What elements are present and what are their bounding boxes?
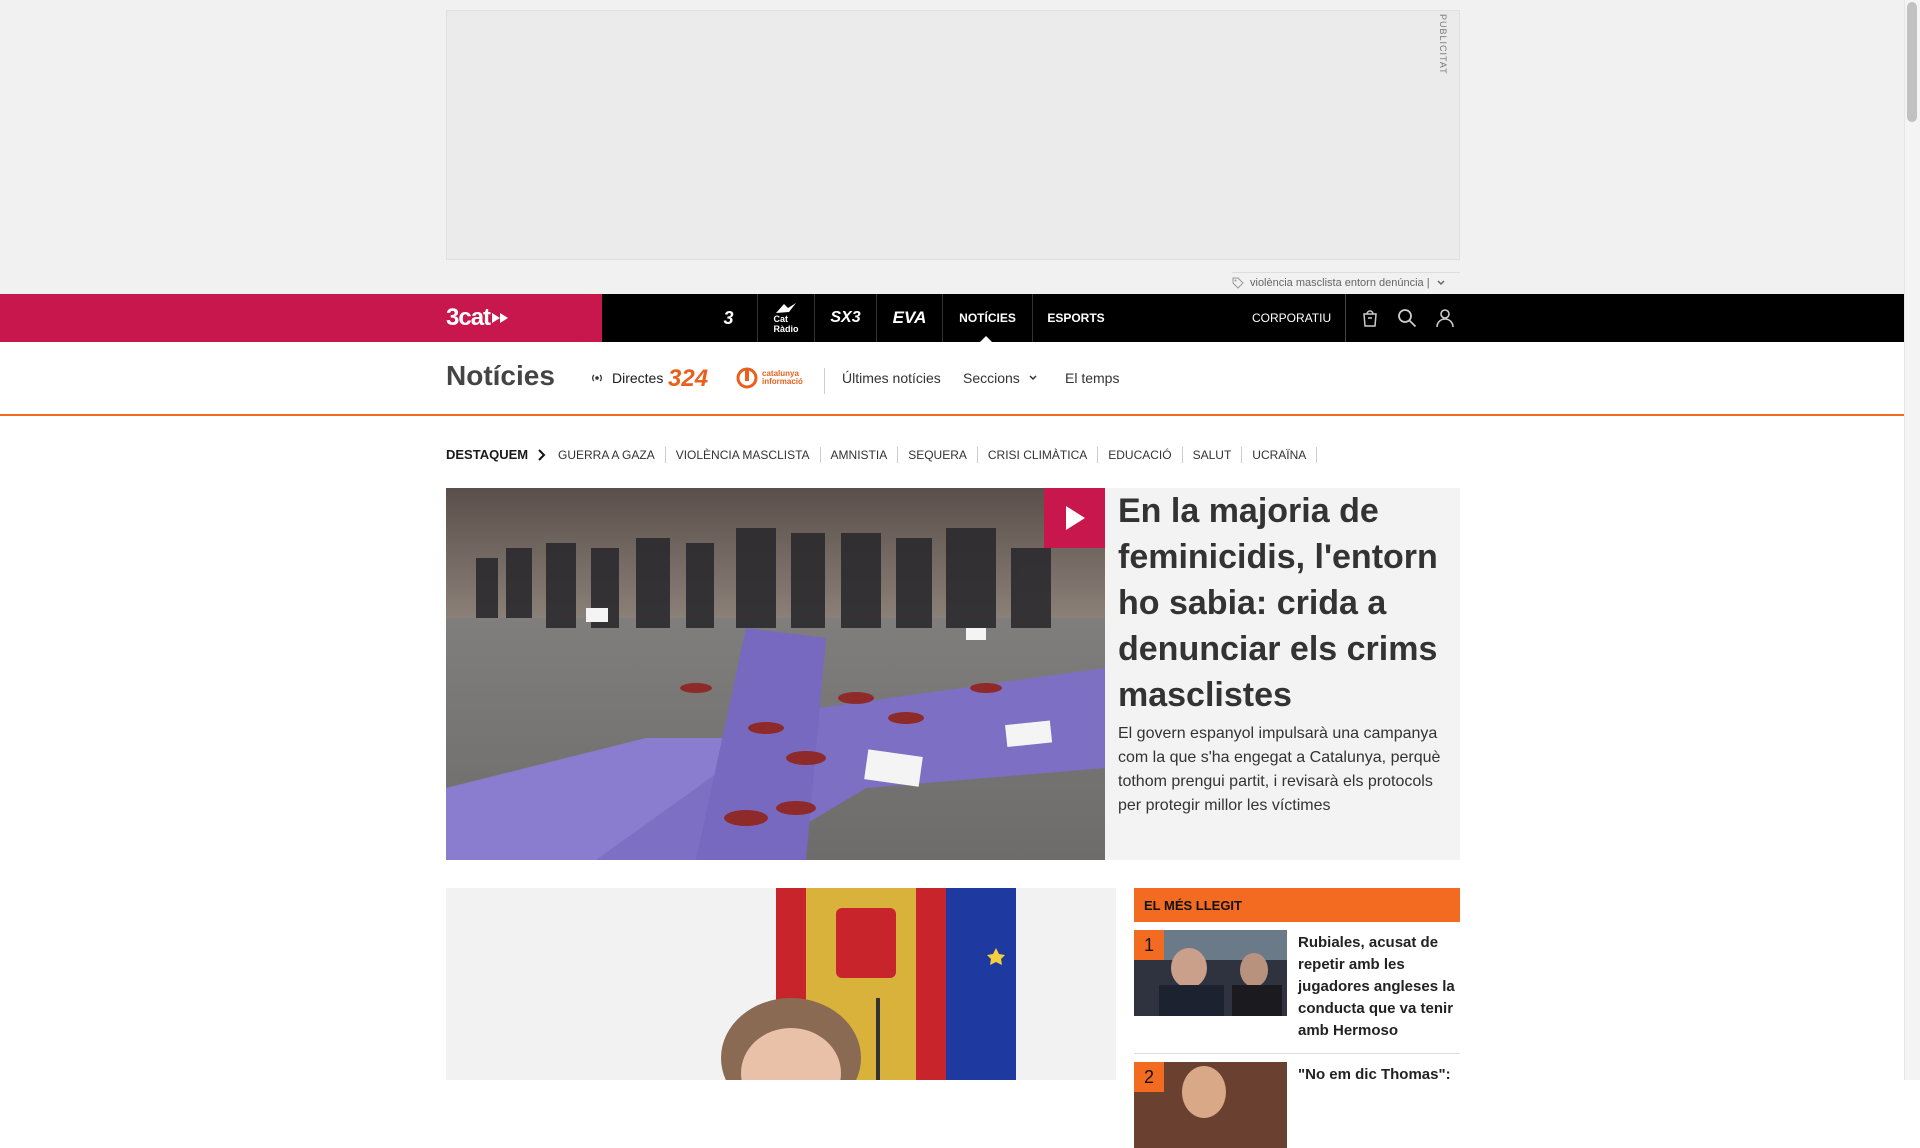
nav-label: Últimes notícies [842,370,941,386]
most-read-title: Rubiales, acusat de repetir amb les juga… [1298,934,1455,1039]
article-image[interactable] [446,888,1116,1080]
channel-label: Cat Ràdio [773,314,799,334]
play-video-button[interactable] [1044,488,1105,548]
topic-link[interactable]: SEQUERA [898,447,978,463]
most-read-rank: 2 [1134,1062,1164,1092]
channel-esports[interactable]: ESPORTS [1033,294,1119,342]
hero-summary: El govern espanyol impulsarà una campany… [1118,725,1441,814]
logo-324-text: 324 [668,365,709,392]
catradio-icon [776,303,796,313]
channel-label: EVA [892,308,927,327]
logo-catalunya-informacio[interactable]: catalunya informació [736,367,832,389]
channel-eva[interactable]: EVA [877,294,943,342]
hero-photo [446,488,1105,860]
channel-label: SX3 [830,309,861,326]
nav-separator [824,368,825,394]
nav-label: Seccions [963,370,1020,386]
ci-icon [736,367,758,389]
most-read-item[interactable]: 1 Rubiales, acusat de repetir amb les ju… [1134,930,1460,1054]
directes-label: Directes [612,370,664,386]
corporatiu-link[interactable]: CORPORATIU [1252,294,1347,342]
chevron-right-icon [538,448,546,461]
topic-link[interactable]: UCRAÏNA [1242,447,1318,463]
topic-link[interactable]: AMNISTIA [821,447,899,463]
topic-link[interactable]: VIOLÈNCIA MASCLISTA [666,447,821,463]
live-broadcast-icon [592,374,602,382]
user-icon[interactable] [1433,306,1457,330]
page-scrollbar[interactable] [1904,0,1920,1080]
section-header [0,342,1904,416]
tag-icon [1232,277,1244,289]
chevron-down-icon [1437,279,1445,285]
topic-tag[interactable]: violència masclista entorn denúncia | [1232,272,1460,290]
nav-ultimes-noticies[interactable]: Últimes notícies [842,370,941,386]
search-icon[interactable] [1395,306,1419,330]
most-read-rank: 1 [1134,930,1164,960]
logo-text: 3cat [446,304,491,331]
topic-link[interactable]: GUERRA A GAZA [548,447,666,463]
topic-link[interactable]: SALUT [1183,447,1243,463]
ad-label: PUBLICITAT [1438,14,1448,75]
ad-banner[interactable] [446,10,1460,260]
chevron-down-icon [1029,375,1037,381]
channel-catradio[interactable]: Cat Ràdio [758,294,815,342]
logo-324[interactable]: 324 [668,365,708,393]
directes-link[interactable]: Directes [590,370,663,386]
channel-sx3[interactable]: SX3 [815,294,877,342]
page-title[interactable]: Notícies [446,360,555,392]
channel-tv3[interactable]: 3 [700,294,758,342]
play-arrows-icon [492,313,509,323]
channel-noticies[interactable]: NOTÍCIES [943,294,1033,342]
topic-link[interactable]: CRISI CLIMÀTICA [978,447,1099,463]
topic-list: GUERRA A GAZA VIOLÈNCIA MASCLISTA AMNIST… [548,447,1318,463]
channel-label: 3 [723,307,734,328]
play-icon [1065,506,1085,530]
destaquem-label: DESTAQUEM [446,447,529,462]
scrollbar-thumb[interactable] [1907,2,1917,122]
ci-text: catalunya informació [762,369,803,386]
nav-el-temps[interactable]: El temps [1065,370,1119,386]
topic-link[interactable]: EDUCACIÓ [1098,447,1183,463]
most-read-item[interactable]: 2 "No em dic Thomas": [1134,1062,1460,1148]
article-photo [446,888,1116,1080]
most-read-title: "No em dic Thomas": [1298,1066,1451,1083]
nav-label: El temps [1065,370,1120,386]
channel-label: ESPORTS [1047,311,1105,325]
logo-3cat[interactable]: 3cat [446,304,512,331]
destaquem-link[interactable]: DESTAQUEM [446,447,546,462]
shopping-bag-icon[interactable] [1358,306,1382,330]
topic-tag-label: violència masclista entorn denúncia | [1250,276,1430,289]
hero-title[interactable]: En la majoria de feminicidis, l'entorn h… [1118,488,1448,718]
most-read-heading: EL MÉS LLEGIT [1134,888,1460,922]
hero-image[interactable] [446,488,1105,860]
channel-label: NOTÍCIES [959,311,1016,325]
nav-seccions[interactable]: Seccions [963,370,1038,386]
